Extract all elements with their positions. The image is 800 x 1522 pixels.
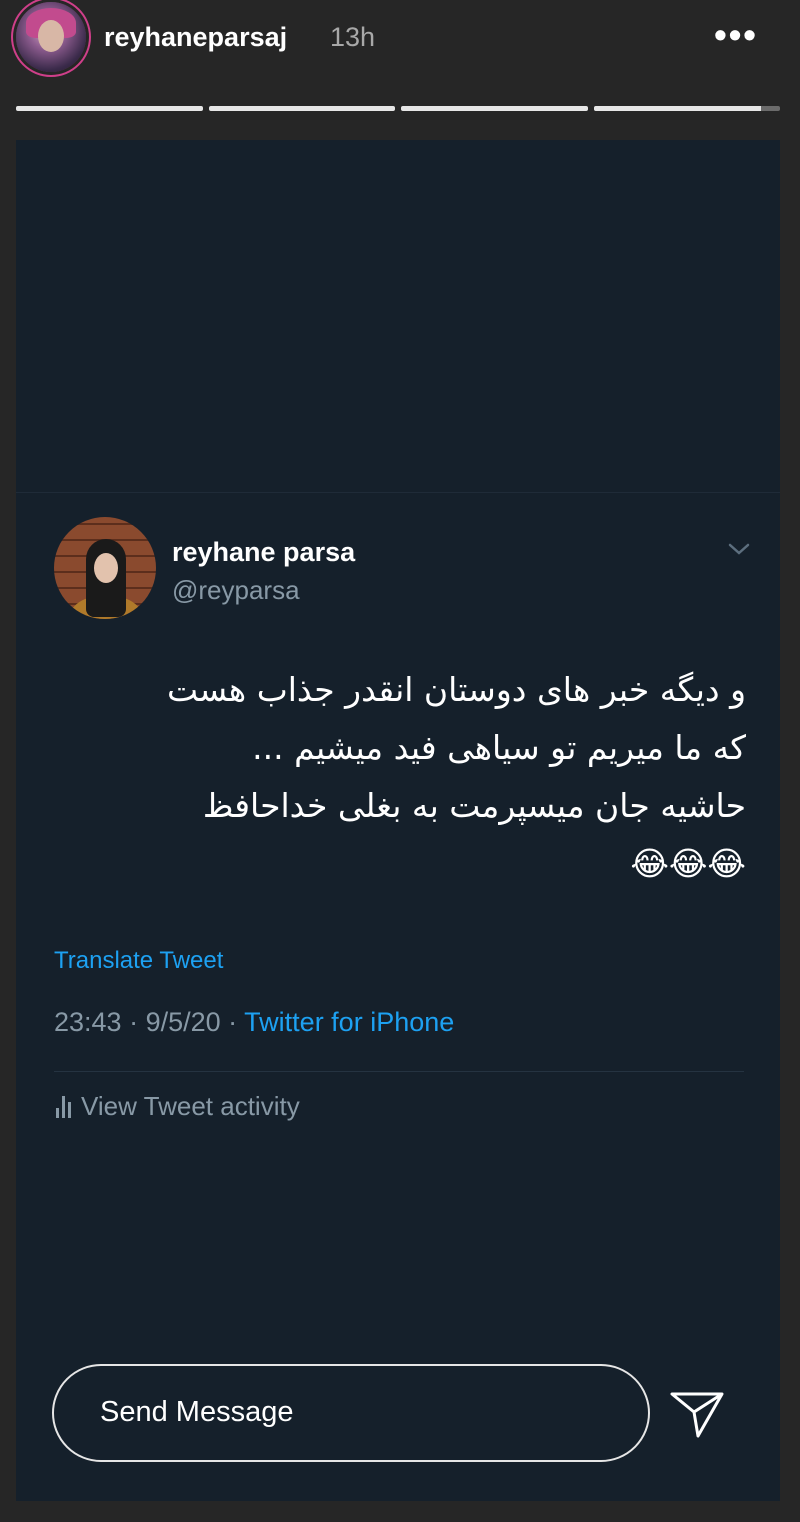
divider bbox=[54, 1071, 744, 1072]
tweet-author-avatar bbox=[54, 517, 156, 619]
progress-segment bbox=[16, 106, 203, 111]
story-content[interactable]: reyhane parsa @reyparsa و دیگه خبر های د… bbox=[16, 140, 780, 1501]
progress-segment bbox=[401, 106, 588, 111]
tweet-source: Twitter for iPhone bbox=[244, 1007, 455, 1037]
translate-tweet-link: Translate Tweet bbox=[54, 947, 224, 974]
story-time-ago: 13h bbox=[330, 22, 376, 52]
chevron-down-icon bbox=[728, 543, 750, 555]
send-message-input[interactable]: Send Message bbox=[52, 1364, 650, 1462]
tweet-meta: 23:43 · 9/5/20 · Twitter for iPhone bbox=[54, 1007, 454, 1038]
tweet-display-name: reyhane parsa bbox=[172, 537, 356, 567]
more-options-icon[interactable]: ••• bbox=[706, 17, 766, 54]
tweet-date: 9/5/20 bbox=[145, 1007, 221, 1037]
progress-segment bbox=[208, 106, 395, 111]
story-progress-bar bbox=[16, 106, 780, 111]
avatar-face bbox=[94, 553, 118, 583]
progress-segment-current bbox=[593, 106, 780, 111]
tweet-emoji-line: 😂😂😂 bbox=[630, 844, 746, 883]
meta-separator: · bbox=[220, 1007, 245, 1037]
tweet-activity-label: View Tweet activity bbox=[81, 1091, 300, 1121]
tweet-text-line: و دیگه خبر های دوستان انقدر جذاب هست bbox=[166, 670, 746, 709]
tweet-text-line: که ما میریم تو سیاهی فید میشیم ... bbox=[252, 728, 746, 767]
tweet-text-line: حاشیه جان میسپرمت به بغلی خداحافظ bbox=[202, 786, 746, 825]
send-icon[interactable] bbox=[668, 1386, 728, 1442]
story-username[interactable]: reyhaneparsaj bbox=[104, 22, 287, 53]
tweet-activity: View Tweet activity bbox=[56, 1091, 300, 1122]
tweet-handle: @reyparsa bbox=[172, 575, 300, 605]
meta-separator: · bbox=[121, 1007, 146, 1037]
profile-avatar[interactable] bbox=[16, 2, 86, 72]
send-message-placeholder: Send Message bbox=[100, 1396, 294, 1428]
story-header: reyhaneparsaj 13h ••• bbox=[0, 0, 800, 100]
analytics-icon bbox=[56, 1095, 71, 1118]
tweet-card: reyhane parsa @reyparsa و دیگه خبر های د… bbox=[16, 492, 780, 1501]
avatar-face bbox=[38, 20, 64, 52]
tweet-text: و دیگه خبر های دوستان انقدر جذاب هست که … bbox=[56, 661, 746, 893]
tweet-time: 23:43 bbox=[54, 1007, 122, 1037]
